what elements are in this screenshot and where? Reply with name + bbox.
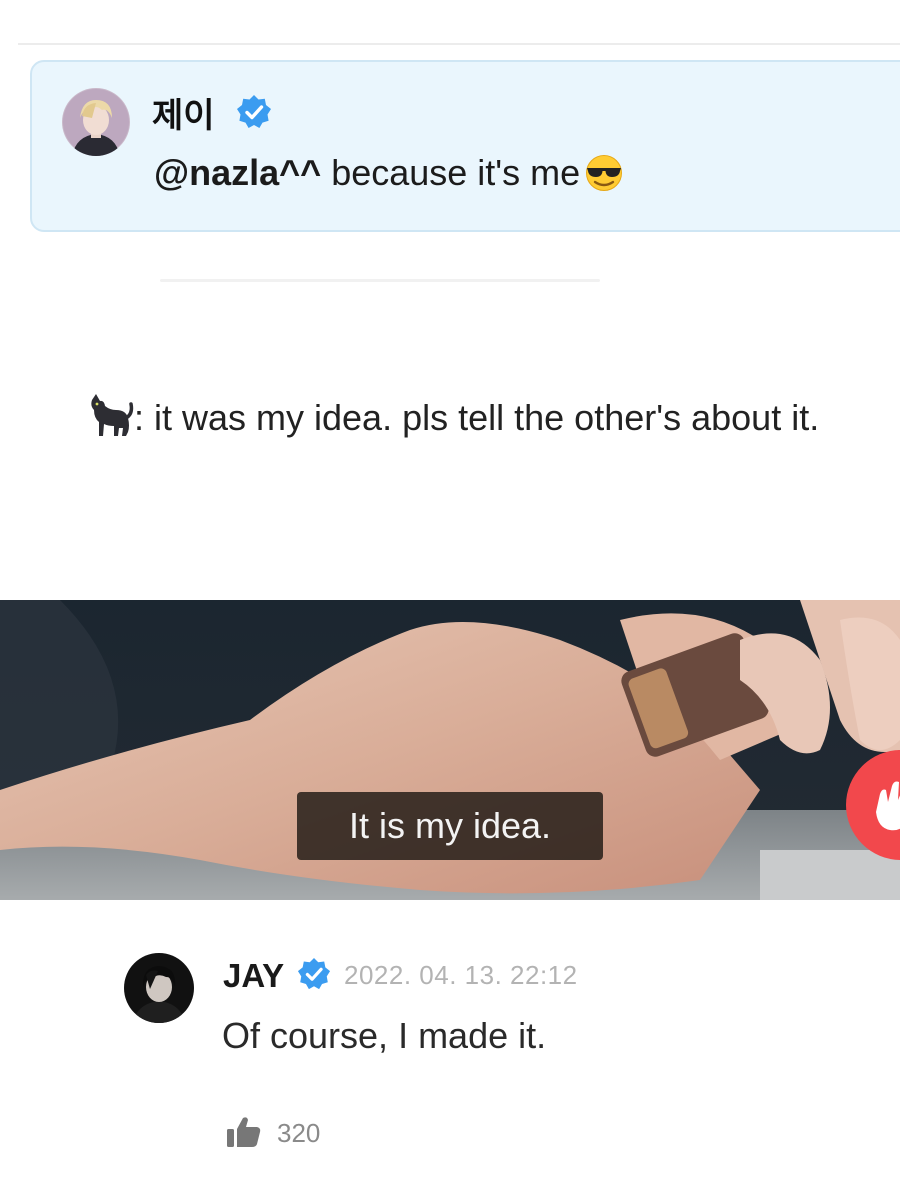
verified-badge-icon <box>297 957 331 991</box>
section-divider <box>160 279 600 282</box>
video-frame[interactable]: It is my idea. <box>0 600 900 900</box>
avatar[interactable] <box>124 953 194 1023</box>
reply-message: @nazla^^ because it's me <box>154 152 626 194</box>
comment-timestamp: 2022. 04. 13. 22:12 <box>344 960 578 990</box>
thumbs-up-icon[interactable] <box>226 1115 262 1149</box>
caption-text: : it was my idea. pls tell the other's a… <box>86 388 846 448</box>
comment-body: Of course, I made it. <box>222 1015 547 1056</box>
avatar[interactable] <box>62 88 130 156</box>
sunglasses-emoji-icon <box>582 153 626 191</box>
like-count: 320 <box>277 1118 321 1148</box>
hand-reaction-icon[interactable] <box>846 750 900 860</box>
reply-card <box>30 60 900 232</box>
top-divider <box>18 43 900 45</box>
mention-link[interactable]: @nazla^^ <box>154 152 321 193</box>
reply-text: because it's me <box>321 152 581 193</box>
caption-body: : it was my idea. pls tell the other's a… <box>134 397 820 438</box>
comment-author-name[interactable]: JAY <box>223 957 284 995</box>
black-cat-emoji-icon <box>86 392 134 438</box>
verified-badge-icon <box>236 94 272 130</box>
video-subtitle: It is my idea. <box>297 792 603 860</box>
reply-author-name[interactable]: 제이 <box>152 88 215 137</box>
